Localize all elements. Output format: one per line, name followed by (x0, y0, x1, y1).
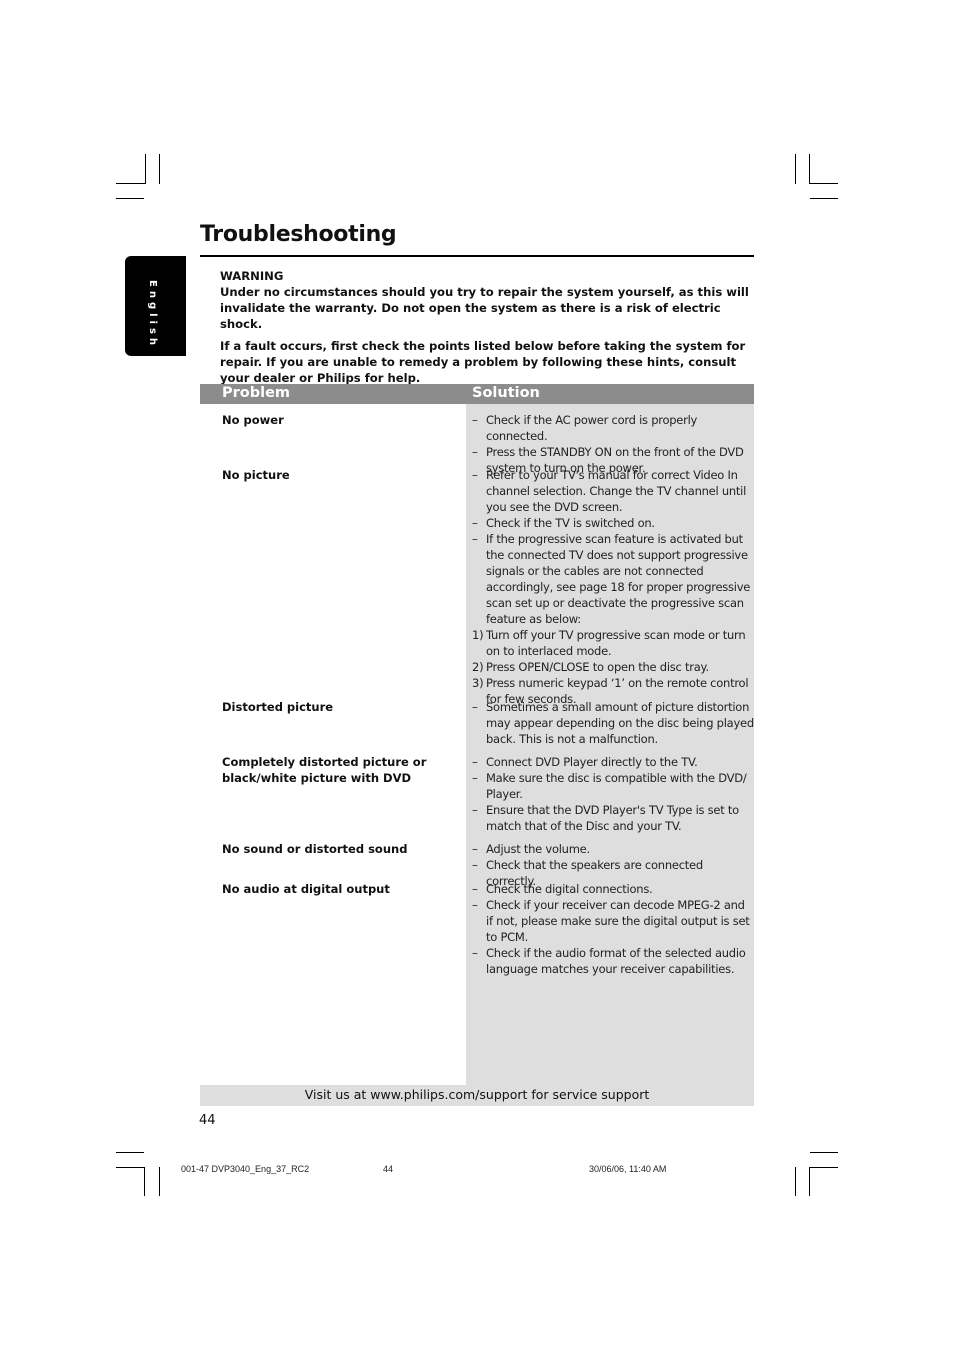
solution-text: Check the digital connections. (486, 882, 653, 896)
list-marker: – (472, 700, 478, 714)
solution-text: Ensure that the DVD Player's TV Type is … (486, 803, 739, 833)
print-slug-page: 44 (383, 1164, 394, 1174)
crop-mark (795, 154, 796, 184)
solution-list: – Check the digital connections. – Check if… (472, 881, 754, 977)
solution-cell: – Check the digital connections. – Check if… (472, 881, 754, 977)
crop-mark (810, 1152, 838, 1153)
solution-item: – Adjust the volume. (472, 841, 754, 857)
header-solution: Solution (472, 385, 540, 401)
problem-cell: No power (222, 413, 284, 427)
support-text: Visit us at www.philips.com/support for … (304, 1087, 650, 1102)
crop-mark (116, 183, 145, 184)
solution-cell: – Sometimes a small amount of picture dis… (472, 699, 754, 747)
crop-mark (116, 1152, 144, 1153)
list-marker: – (472, 532, 478, 546)
solution-item: 1) Turn off your TV progressive scan mode… (472, 627, 754, 659)
list-marker: 1) (472, 628, 484, 642)
print-slug-file: 001-47 DVP3040_Eng_37_RC2 (181, 1164, 310, 1174)
problem-cell: Distorted picture (222, 700, 334, 714)
solution-item: – Check if your receiver can decode MPEG-… (472, 897, 754, 945)
list-marker: – (472, 468, 478, 482)
solution-item: – Check if the AC power cord is properly … (472, 412, 754, 444)
solution-item: – Connect DVD Player directly to the TV. (472, 754, 754, 770)
title-divider (200, 255, 754, 257)
list-marker: – (472, 413, 478, 427)
list-marker: – (472, 803, 478, 817)
list-marker: – (472, 445, 478, 459)
crop-mark (116, 1167, 145, 1168)
crop-mark (145, 154, 146, 184)
crop-mark (144, 1167, 145, 1196)
solution-cell: – Connect DVD Player directly to the TV. –… (472, 754, 754, 834)
solution-item: – Check if the audio format of the select… (472, 945, 754, 977)
header-problem: Problem (222, 385, 291, 401)
solution-list: – Refer to your TV's manual for correct V… (472, 467, 754, 707)
crop-mark (809, 183, 838, 184)
solution-item: – Refer to your TV's manual for correct V… (472, 467, 754, 515)
solution-item: – Sometimes a small amount of picture dis… (472, 699, 754, 747)
solution-item: – Ensure that the DVD Player's TV Type is… (472, 802, 754, 834)
solution-text: Check if the audio format of the selecte… (486, 946, 746, 976)
crop-mark (795, 1167, 796, 1196)
list-marker: – (472, 771, 478, 785)
solution-item: – Check the digital connections. (472, 881, 754, 897)
solution-text: If the progressive scan feature is activ… (486, 532, 751, 626)
solution-item: – Check if the TV is switched on. (472, 515, 754, 531)
warning-text: Under no circumstances should you try to… (220, 285, 749, 331)
list-marker: – (472, 898, 478, 912)
crop-mark (809, 154, 810, 184)
intro-section: WARNING Under no circumstances should yo… (220, 268, 755, 392)
solution-text: Check if the AC power cord is properly c… (486, 413, 698, 443)
solution-text: Check if your receiver can decode MPEG-2… (486, 898, 750, 944)
solution-text: Refer to your TV's manual for correct Vi… (486, 468, 747, 514)
page-number: 44 (199, 1113, 216, 1128)
solution-text: Connect DVD Player directly to the TV. (486, 755, 698, 769)
problem-cell: No picture (222, 468, 290, 482)
solution-text: Turn off your TV progressive scan mode o… (486, 628, 746, 658)
language-tab: English (125, 256, 186, 356)
problem-cell: Completely distorted picture or black/wh… (222, 755, 427, 785)
solution-item: 2) Press OPEN/CLOSE to open the disc tray… (472, 659, 754, 675)
warning-heading: WARNING (220, 269, 284, 283)
solution-text: Adjust the volume. (486, 842, 590, 856)
list-marker: 2) (472, 660, 484, 674)
list-marker: – (472, 946, 478, 960)
list-marker: – (472, 842, 478, 856)
print-slug-timestamp: 30/06/06, 11:40 AM (589, 1164, 667, 1174)
solution-item: – If the progressive scan feature is acti… (472, 531, 754, 627)
list-marker: – (472, 858, 478, 872)
crop-mark (159, 1167, 160, 1196)
solution-text: Sometimes a small amount of picture dist… (486, 700, 754, 746)
list-marker: 3) (472, 676, 484, 690)
list-marker: – (472, 755, 478, 769)
list-marker: – (472, 516, 478, 530)
page-title: Troubleshooting (200, 222, 397, 247)
solution-cell: – Refer to your TV's manual for correct V… (472, 467, 754, 707)
list-marker: – (472, 882, 478, 896)
support-footer: Visit us at www.philips.com/support for … (200, 1085, 754, 1106)
crop-mark (116, 198, 144, 199)
problem-cell: No sound or distorted sound (222, 842, 408, 856)
crop-mark (159, 154, 160, 184)
warning-block: WARNING Under no circumstances should yo… (220, 268, 755, 332)
problem-cell: No audio at digital output (222, 882, 390, 896)
solution-item: – Make sure the disc is compatible with t… (472, 770, 754, 802)
solution-list: – Sometimes a small amount of picture dis… (472, 699, 754, 747)
solution-text: Make sure the disc is compatible with th… (486, 771, 747, 801)
solution-text: Check if the TV is switched on. (486, 516, 655, 530)
crop-mark (810, 198, 838, 199)
solution-text: Press OPEN/CLOSE to open the disc tray. (486, 660, 709, 674)
crop-mark (809, 1167, 838, 1168)
language-tab-label: English (147, 280, 158, 350)
solution-list: – Connect DVD Player directly to the TV. –… (472, 754, 754, 834)
fault-text: If a fault occurs, first check the point… (220, 339, 746, 385)
table-header: Problem Solution (200, 384, 754, 404)
crop-mark (809, 1167, 810, 1196)
